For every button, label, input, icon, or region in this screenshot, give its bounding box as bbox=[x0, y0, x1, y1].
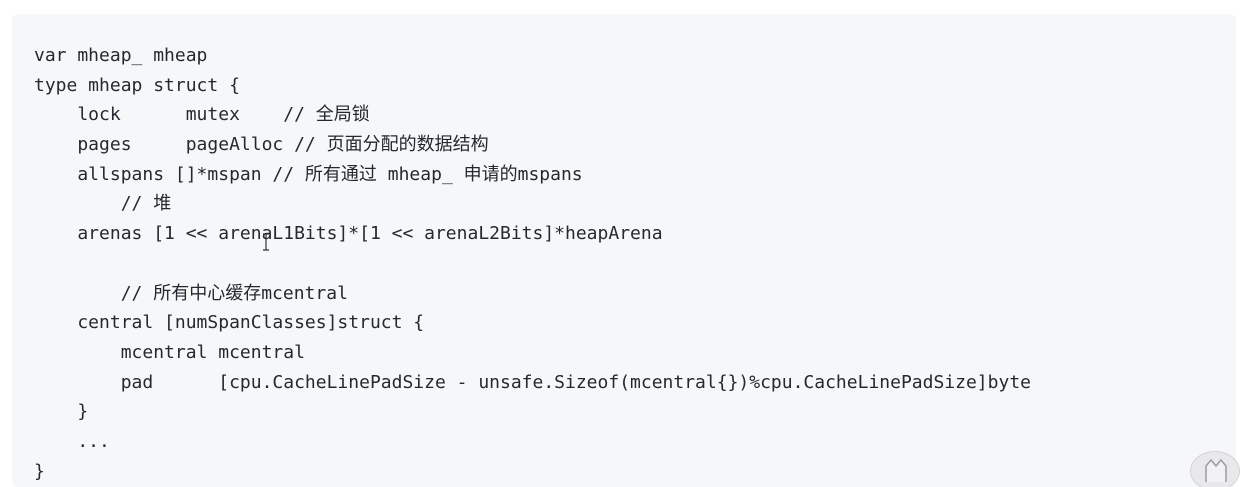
code-line-14: ... bbox=[34, 430, 110, 452]
page: var mheap_ mheap type mheap struct { lock… bbox=[0, 0, 1252, 487]
code-line-5: allspans []*mspan // 所有通过 mheap_ 申请的mspa… bbox=[34, 163, 583, 185]
code-line-1: var mheap_ mheap bbox=[34, 45, 208, 66]
mascot-icon[interactable] bbox=[1190, 451, 1240, 487]
code-line-2: type mheap struct { bbox=[34, 74, 240, 96]
text-cursor-icon bbox=[262, 233, 270, 251]
code-text[interactable]: var mheap_ mheap type mheap struct { lock… bbox=[34, 41, 1031, 486]
code-line-13: } bbox=[34, 401, 89, 423]
code-line-12: pad [cpu.CacheLinePadSize - unsafe.Sizeo… bbox=[34, 371, 1031, 393]
code-line-7: arenas [1 << arenaL1Bits]*[1 << arenaL2B… bbox=[34, 223, 663, 245]
code-line-15: } bbox=[34, 460, 45, 482]
code-line-3: lock mutex // 全局锁 bbox=[34, 104, 370, 126]
code-line-9: // 所有中心缓存mcentral bbox=[34, 282, 348, 304]
code-line-10: central [numSpanClasses]struct { bbox=[34, 312, 425, 334]
code-line-6: // 堆 bbox=[34, 193, 172, 215]
code-block: var mheap_ mheap type mheap struct { lock… bbox=[12, 14, 1236, 487]
code-line-4: pages pageAlloc // 页面分配的数据结构 bbox=[34, 134, 489, 156]
code-line-11: mcentral mcentral bbox=[34, 341, 305, 363]
